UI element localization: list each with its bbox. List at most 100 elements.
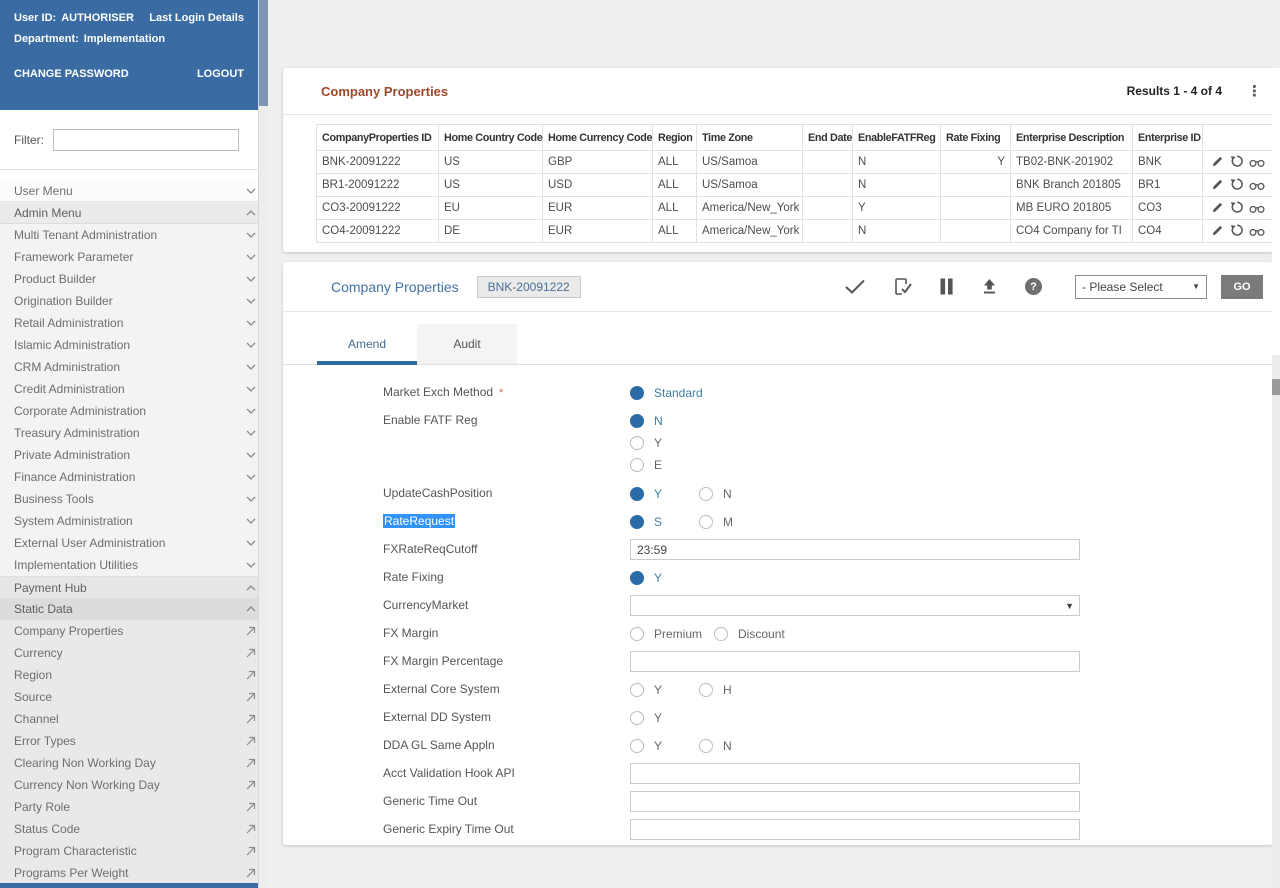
view-glasses-icon[interactable] [1247,180,1266,194]
table-cell: CO4 Company for TI [1010,219,1133,243]
undo-icon[interactable] [1227,177,1246,194]
tab-amend[interactable]: Amend [317,324,417,365]
view-glasses-icon[interactable] [1247,203,1266,217]
sidebar-item-error-types[interactable]: Error Types [0,730,268,752]
enable-fatf-reg-option-e[interactable]: E [630,454,699,475]
enable-fatf-reg-option-n[interactable]: N [630,410,699,431]
sidebar-item-label: Status Code [14,822,81,836]
sidebar-item-islamic-administration[interactable]: Islamic Administration [0,334,268,356]
sidebar-item-company-properties[interactable]: Company Properties [0,620,268,642]
change-password-link[interactable]: CHANGE PASSWORD [14,68,129,80]
approve-check-icon[interactable] [844,279,866,294]
sidebar-item-finance-administration[interactable]: Finance Administration [0,466,268,488]
sidebar-item-payment-hub[interactable]: Payment Hub [0,576,268,598]
sidebar-item-region[interactable]: Region [0,664,268,686]
market-exch-method-option-standard[interactable]: Standard [630,382,715,403]
sidebar-cutoff-item [0,883,258,888]
edit-pencil-icon[interactable] [1208,178,1227,194]
updatecashposition-option-y[interactable]: Y [630,483,699,504]
tab-audit[interactable]: Audit [417,324,517,364]
undo-icon[interactable] [1227,200,1246,217]
edit-pencil-icon[interactable] [1208,155,1227,171]
sidebar-item-currency[interactable]: Currency [0,642,268,664]
external-core-system-option-h[interactable]: H [699,679,768,700]
sidebar-item-multi-tenant-administration[interactable]: Multi Tenant Administration [0,224,268,246]
chevron-down-icon [246,386,256,392]
table-row: BR1-20091222 US USD ALL US/Samoa N BNK Branch … [316,173,1273,197]
results-title: Company Properties [321,83,449,99]
fx-margin-option-discount[interactable]: Discount [714,623,797,644]
sidebar-item-clearing-non-working-day[interactable]: Clearing Non Working Day [0,752,268,774]
sidebar-item-party-role[interactable]: Party Role [0,796,268,818]
raterequest-option-m[interactable]: M [699,511,768,532]
table-cell: US [438,173,543,197]
sidebar-scrollbar[interactable] [258,0,268,888]
sidebar-item-program-characteristic[interactable]: Program Characteristic [0,840,268,862]
sidebar-item-treasury-administration[interactable]: Treasury Administration [0,422,268,444]
sidebar-item-label: Channel [14,712,59,726]
radio-unselected-icon [630,457,644,472]
updatecashposition-option-n[interactable]: N [699,483,768,504]
chevron-down-icon [246,364,256,370]
sidebar-item-system-administration[interactable]: System Administration [0,510,268,532]
upload-icon[interactable] [981,278,998,295]
fx-margin-option-premium[interactable]: Premium [630,623,714,644]
acct-validation-hook-api-input[interactable] [630,763,1080,784]
dda-gl-same-appln-option-n[interactable]: N [699,735,768,756]
sidebar-item-implementation-utilities[interactable]: Implementation Utilities [0,554,268,576]
filter-input[interactable] [53,128,239,151]
chevron-down-icon [246,276,256,282]
last-login-details-link[interactable]: Last Login Details [149,12,244,24]
table-cell: Y [940,150,1011,174]
kebab-menu-icon[interactable]: ⋮ [1244,82,1265,100]
action-select[interactable]: - Please Select ▼ [1075,274,1207,299]
go-button[interactable]: GO [1221,274,1263,299]
undo-icon[interactable] [1227,154,1246,171]
currencymarket-select[interactable]: ▼ [630,595,1080,616]
chevron-down-icon [246,540,256,546]
sidebar-item-static-data[interactable]: Static Data [0,598,268,620]
view-glasses-icon[interactable] [1247,157,1266,171]
sidebar-item-private-administration[interactable]: Private Administration [0,444,268,466]
table-cell: DE [438,219,543,243]
edit-pencil-icon[interactable] [1208,201,1227,217]
sidebar-item-channel[interactable]: Channel [0,708,268,730]
sidebar-item-user-menu[interactable]: User Menu [0,180,268,202]
sidebar-item-external-user-administration[interactable]: External User Administration [0,532,268,554]
sidebar-item-source[interactable]: Source [0,686,268,708]
edit-pencil-icon[interactable] [1208,224,1227,240]
sidebar-item-currency-non-working-day[interactable]: Currency Non Working Day [0,774,268,796]
undo-icon[interactable] [1227,223,1246,240]
rate-fixing-option-y[interactable]: Y [630,567,699,588]
external-core-system-option-y[interactable]: Y [630,679,699,700]
sidebar-item-corporate-administration[interactable]: Corporate Administration [0,400,268,422]
field-label: External DD System [383,710,492,724]
page-scrollbar-thumb[interactable] [1272,379,1280,395]
generic-expiry-time-out-input[interactable] [630,819,1080,840]
sidebar-item-framework-parameter[interactable]: Framework Parameter [0,246,268,268]
sidebar-item-credit-administration[interactable]: Credit Administration [0,378,268,400]
dda-gl-same-appln-option-y[interactable]: Y [630,735,699,756]
sidebar-item-admin-menu[interactable]: Admin Menu [0,202,268,224]
sidebar-item-programs-per-weight[interactable]: Programs Per Weight [0,862,268,884]
fx-margin-percentage-input[interactable] [630,651,1080,672]
sidebar-item-business-tools[interactable]: Business Tools [0,488,268,510]
view-glasses-icon[interactable] [1247,226,1266,240]
sidebar-scrollbar-thumb[interactable] [259,0,268,106]
help-icon[interactable]: ? [1025,278,1042,295]
table-cell: ALL [652,196,697,220]
sidebar-item-crm-administration[interactable]: CRM Administration [0,356,268,378]
fxratereqcutoff-input[interactable] [630,539,1080,560]
sidebar-item-origination-builder[interactable]: Origination Builder [0,290,268,312]
raterequest-option-s[interactable]: S [630,511,699,532]
sidebar-item-status-code[interactable]: Status Code [0,818,268,840]
sidebar-item-product-builder[interactable]: Product Builder [0,268,268,290]
page-scrollbar[interactable] [1272,355,1280,888]
sidebar-item-retail-administration[interactable]: Retail Administration [0,312,268,334]
enable-fatf-reg-option-y[interactable]: Y [630,432,699,453]
logout-link[interactable]: LOGOUT [197,68,244,80]
generic-time-out-input[interactable] [630,791,1080,812]
authorize-doc-icon[interactable] [893,277,912,296]
external-dd-system-option-y[interactable]: Y [630,707,699,728]
hold-pause-icon[interactable] [939,278,954,295]
